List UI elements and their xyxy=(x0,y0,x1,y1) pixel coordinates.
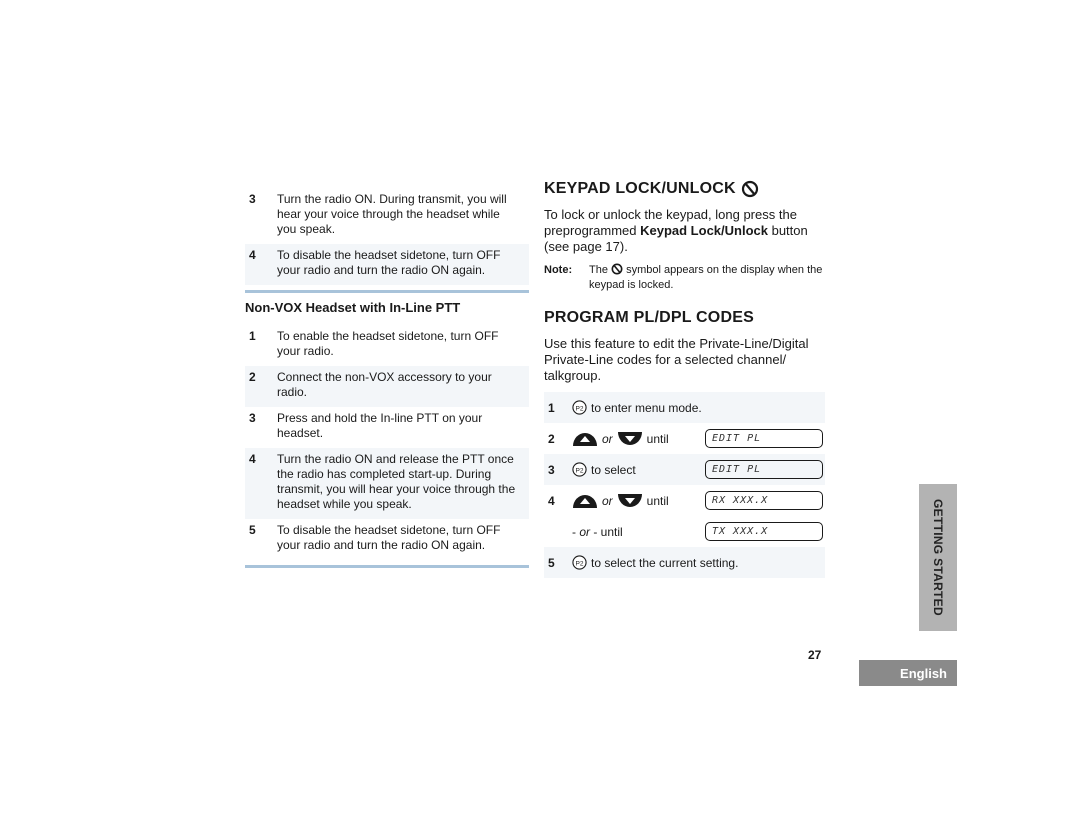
svg-text:P2: P2 xyxy=(575,405,583,412)
up-button-icon xyxy=(573,432,597,446)
step-action: or until xyxy=(572,493,705,509)
note: Note: The symbol appears on the display … xyxy=(544,263,825,293)
step-number: 3 xyxy=(249,192,256,206)
step-item: 4 or until RX XXX.X xyxy=(544,485,825,516)
section-tab[interactable]: GETTING STARTED xyxy=(919,484,957,631)
step-number: 3 xyxy=(548,462,555,477)
display-readout: EDIT PL xyxy=(705,460,823,479)
section-divider xyxy=(245,290,529,293)
or-text: or xyxy=(602,431,613,446)
display-readout: RX XXX.X xyxy=(705,491,823,510)
right-column: KEYPAD LOCK/UNLOCK To lock or unlock the… xyxy=(544,180,825,578)
step-number: 2 xyxy=(249,370,256,384)
step-item: 4 To disable the headset sidetone, turn … xyxy=(245,244,529,285)
step-item: 3 Press and hold the In-line PTT on your… xyxy=(245,407,529,448)
or-text: or xyxy=(602,493,613,508)
step-action: or until xyxy=(572,431,705,447)
keypad-lock-icon xyxy=(741,180,758,198)
language-tab-label: English xyxy=(900,665,947,681)
step-text: until xyxy=(646,493,669,508)
step-action: P2 to enter menu mode. xyxy=(572,400,823,415)
step-text: until xyxy=(646,431,669,446)
note-text-pre: The xyxy=(589,264,612,276)
step-item: 1 To enable the headset sidetone, turn O… xyxy=(245,325,529,366)
step-number: 4 xyxy=(249,452,256,466)
section-tab-label: GETTING STARTED xyxy=(931,499,945,616)
step-text: Turn the radio ON. During transmit, you … xyxy=(277,192,507,236)
step-item: 4 Turn the radio ON and release the PTT … xyxy=(245,448,529,519)
program-heading: PROGRAM PL/DPL CODES xyxy=(544,309,825,327)
svg-text:P2: P2 xyxy=(575,560,583,567)
down-button-icon xyxy=(617,431,642,445)
subheading: Non-VOX Headset with In-Line PTT xyxy=(245,300,461,315)
step-number: 5 xyxy=(249,523,256,537)
step-number: 5 xyxy=(548,555,555,570)
step-text: to enter menu mode. xyxy=(591,400,702,415)
step-text: to select xyxy=(591,462,636,477)
step-number: 4 xyxy=(249,248,256,262)
program-steps: 1 P2 to enter menu mode. 2 or until EDIT… xyxy=(544,392,825,578)
keypad-title: KEYPAD LOCK/UNLOCK xyxy=(544,180,736,197)
note-text: The symbol appears on the display when t… xyxy=(589,263,825,293)
step-number: 1 xyxy=(249,329,256,343)
step-text: Connect the non-VOX accessory to your ra… xyxy=(277,370,492,399)
step-item: 5 To disable the headset sidetone, turn … xyxy=(245,519,529,560)
svg-text:P2: P2 xyxy=(575,467,583,474)
step-action: - or - until xyxy=(572,525,705,539)
step-text: Press and hold the In-line PTT on your h… xyxy=(277,411,483,440)
section-divider xyxy=(245,565,529,568)
page-number: 27 xyxy=(808,648,822,662)
step-item: 2 Connect the non-VOX accessory to your … xyxy=(245,366,529,407)
step-item: 3 P2 to select EDIT PL xyxy=(544,454,825,485)
step-text: To disable the headset sidetone, turn OF… xyxy=(277,248,501,277)
step-text: To enable the headset sidetone, turn OFF… xyxy=(277,329,499,358)
step-number: 4 xyxy=(548,493,555,508)
display-readout: TX XXX.X xyxy=(705,522,823,541)
step-number: 3 xyxy=(249,411,256,425)
step-action: P2 to select xyxy=(572,462,705,477)
step-text: To disable the headset sidetone, turn OF… xyxy=(277,523,501,552)
down-button-icon xyxy=(617,493,642,507)
left-column: 3 Turn the radio ON. During transmit, yo… xyxy=(245,188,529,575)
program-title: PROGRAM PL/DPL CODES xyxy=(544,309,754,326)
display-readout: EDIT PL xyxy=(705,429,823,448)
p2-button-icon: P2 xyxy=(572,462,587,477)
up-button-icon xyxy=(573,494,597,508)
alt-text: - or - until xyxy=(572,525,623,539)
or-text: or xyxy=(579,524,591,539)
alt-text-post: - until xyxy=(590,524,623,539)
step-item: 2 or until EDIT PL xyxy=(544,423,825,454)
step-number: 2 xyxy=(548,431,555,446)
step-item: 5 P2 to select the current setting. xyxy=(544,547,825,578)
program-description: Use this feature to edit the Private-Lin… xyxy=(544,336,809,383)
keypad-button-name: Keypad Lock/Unlock xyxy=(640,223,768,238)
keypad-description: To lock or unlock the keypad, long press… xyxy=(544,207,825,255)
note-label: Note: xyxy=(544,264,573,276)
step-action: P2 to select the current setting. xyxy=(572,555,823,570)
step-item: 3 Turn the radio ON. During transmit, yo… xyxy=(245,188,529,244)
step-number: 1 xyxy=(548,400,555,415)
step-item-alternate: - or - until TX XXX.X xyxy=(544,516,825,547)
language-tab[interactable]: English xyxy=(859,660,957,686)
p2-button-icon: P2 xyxy=(572,555,587,570)
step-text: Turn the radio ON and release the PTT on… xyxy=(277,452,516,511)
note-text-post: symbol appears on the display when the k… xyxy=(589,264,823,291)
keypad-heading: KEYPAD LOCK/UNLOCK xyxy=(544,180,825,198)
keypad-lock-icon xyxy=(611,263,623,275)
p2-button-icon: P2 xyxy=(572,400,587,415)
step-item: 1 P2 to enter menu mode. xyxy=(544,392,825,423)
step-text: to select the current setting. xyxy=(591,555,739,570)
